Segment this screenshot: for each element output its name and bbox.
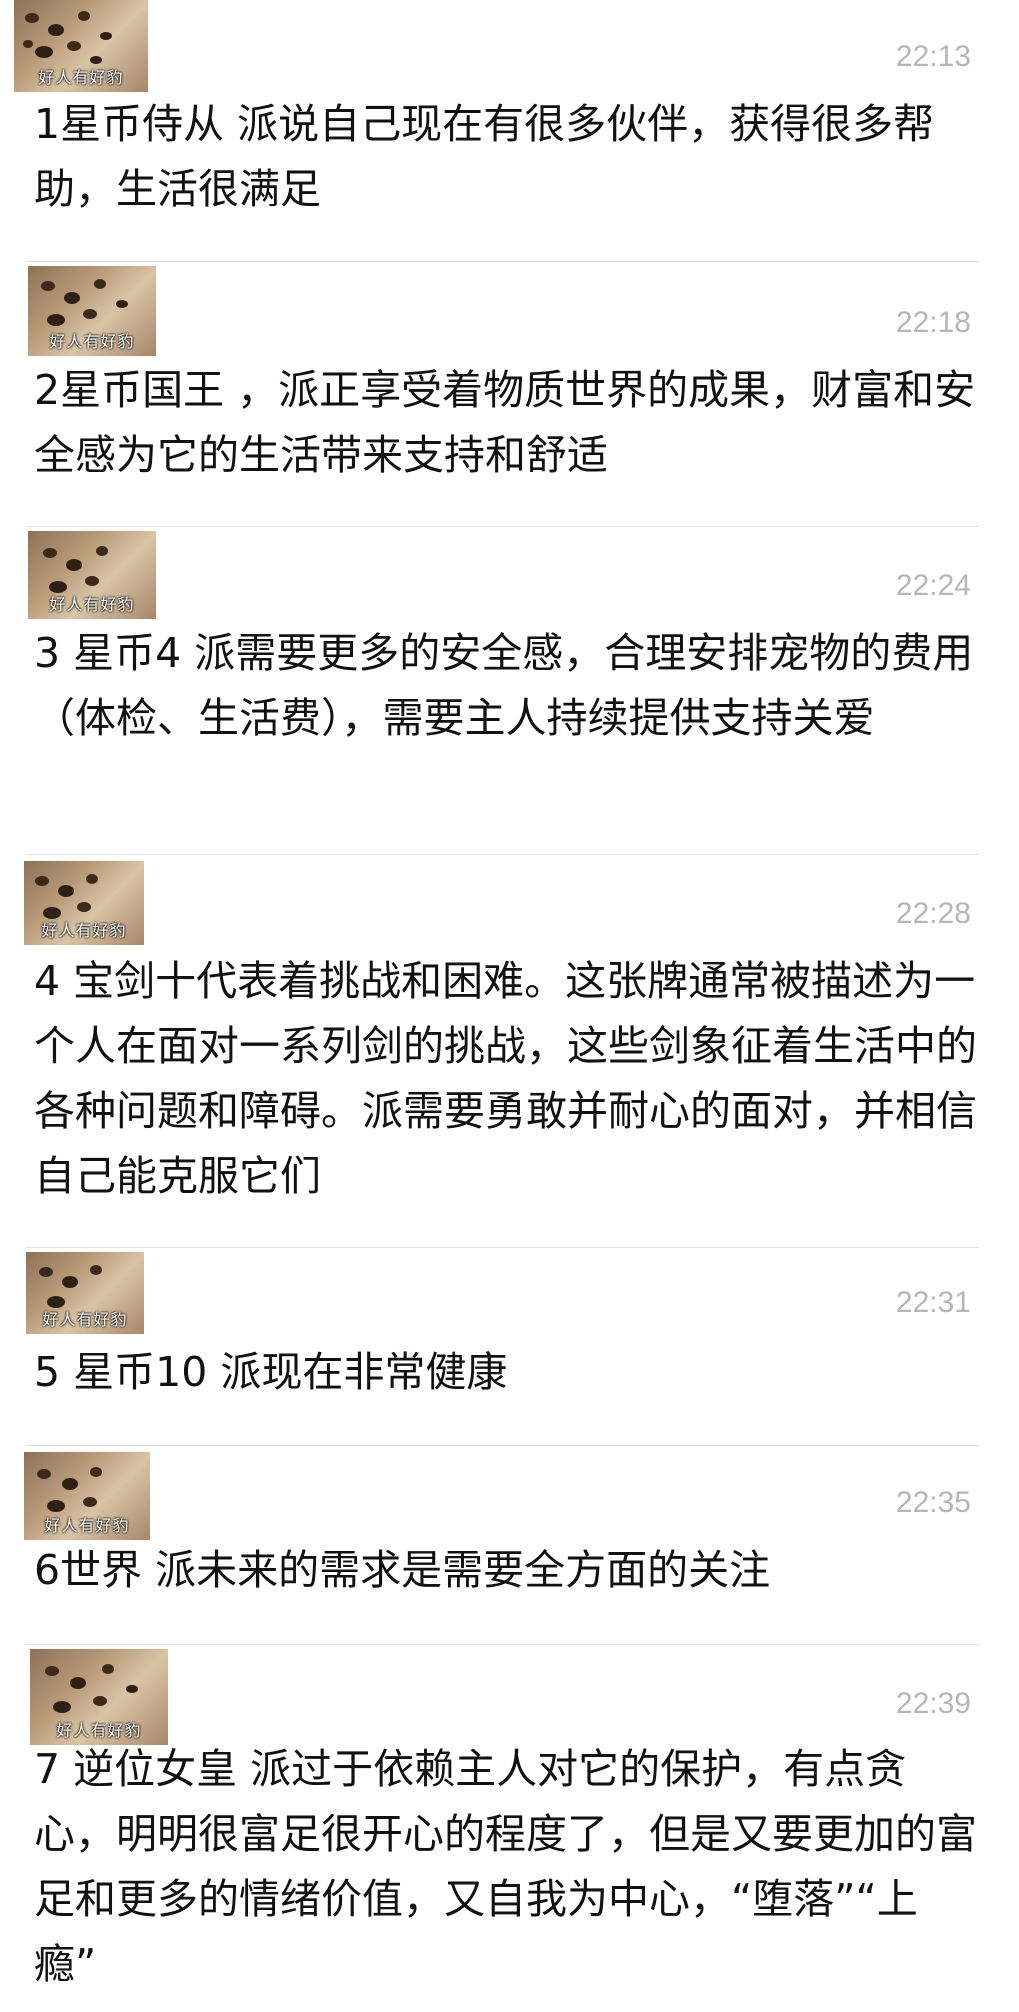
message-time: 22:24 [895, 569, 971, 602]
message-time: 22:39 [895, 1687, 971, 1720]
list-item[interactable]: 好人有好豹 22:13 1星币侍从 派说自己现在有很多伙伴，获得很多帮助，生活很… [0, 0, 1019, 262]
list-item[interactable]: 好人有好豹 22:24 3 星币4 派需要更多的安全感，合理安排宠物的费用（体检… [0, 527, 1019, 855]
message-text: 3 星币4 派需要更多的安全感，合理安排宠物的费用（体检、生活费），需要主人持续… [34, 629, 974, 742]
message-time: 22:35 [895, 1486, 971, 1519]
message-time: 22:28 [895, 897, 971, 930]
list-item[interactable]: 好人有好豹 22:35 6世界 派未来的需求是需要全方面的关注 [0, 1446, 1019, 1645]
avatar[interactable]: 好人有好豹 [14, 0, 148, 92]
avatar[interactable]: 好人有好豹 [24, 1452, 150, 1540]
message-time: 22:18 [895, 306, 971, 339]
message-text: 5 星币10 派现在非常健康 [34, 1348, 508, 1396]
message-time: 22:31 [895, 1286, 971, 1319]
avatar-watermark: 好人有好豹 [41, 921, 127, 940]
avatar-watermark: 好人有好豹 [49, 595, 135, 614]
avatar[interactable]: 好人有好豹 [28, 266, 156, 356]
avatar-watermark: 好人有好豹 [38, 68, 124, 87]
avatar[interactable]: 好人有好豹 [28, 531, 156, 619]
avatar[interactable]: 好人有好豹 [30, 1649, 168, 1745]
avatar[interactable]: 好人有好豹 [26, 1252, 144, 1334]
avatar[interactable]: 好人有好豹 [24, 861, 144, 945]
message-text: 7 逆位女皇 派过于依赖主人对它的保护，有点贪心，明明很富足很开心的程度了，但是… [34, 1745, 977, 1988]
list-item[interactable]: 好人有好豹 22:39 7 逆位女皇 派过于依赖主人对它的保护，有点贪心，明明很… [0, 1645, 1019, 2012]
avatar-watermark: 好人有好豹 [42, 1310, 128, 1329]
message-text: 4 宝剑十代表着挑战和困难。这张牌通常被描述为一个人在面对一系列剑的挑战，这些剑… [34, 957, 977, 1200]
list-item[interactable]: 好人有好豹 22:18 2星币国王 ，派正享受着物质世界的成果，财富和安全感为它… [0, 262, 1019, 527]
message-text: 6世界 派未来的需求是需要全方面的关注 [34, 1546, 771, 1594]
message-feed: 好人有好豹 22:13 1星币侍从 派说自己现在有很多伙伴，获得很多帮助，生活很… [0, 0, 1019, 2012]
avatar-watermark: 好人有好豹 [44, 1516, 130, 1535]
message-text: 1星币侍从 派说自己现在有很多伙伴，获得很多帮助，生活很满足 [34, 100, 935, 213]
message-time: 22:13 [895, 40, 971, 73]
list-item[interactable]: 好人有好豹 22:28 4 宝剑十代表着挑战和困难。这张牌通常被描述为一个人在面… [0, 855, 1019, 1248]
avatar-watermark: 好人有好豹 [49, 332, 135, 351]
message-text: 2星币国王 ，派正享受着物质世界的成果，财富和安全感为它的生活带来支持和舒适 [34, 366, 976, 479]
list-item[interactable]: 好人有好豹 22:31 5 星币10 派现在非常健康 [0, 1248, 1019, 1446]
